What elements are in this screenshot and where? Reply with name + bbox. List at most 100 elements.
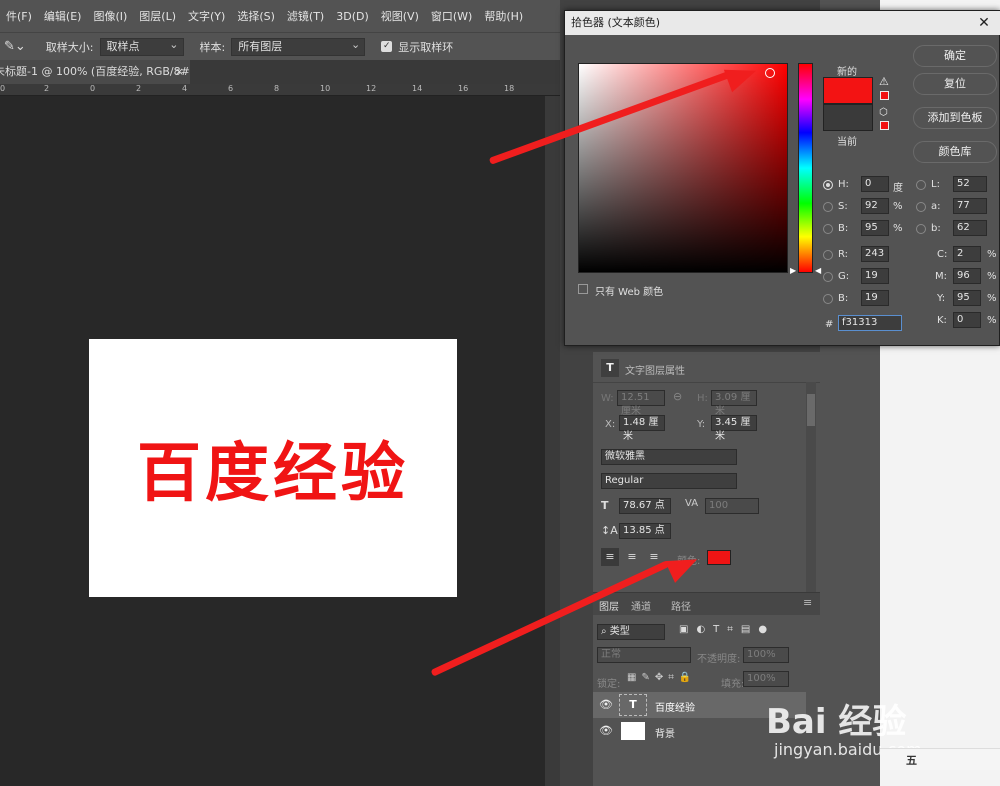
menu-select[interactable]: 选择(S) (231, 8, 281, 24)
hue-handle-right[interactable]: ◀ (815, 266, 821, 275)
b-field[interactable]: 95 (861, 220, 889, 236)
font-style-select[interactable]: Regular (601, 473, 737, 489)
radio-lab-b[interactable] (916, 224, 926, 234)
c-unit: % (987, 249, 997, 260)
menu-filter[interactable]: 滤镜(T) (281, 8, 330, 24)
tab-layers[interactable]: 图层 (599, 598, 619, 613)
lab-b-field[interactable]: 62 (953, 220, 987, 236)
font-size-icon: T (601, 499, 609, 512)
radio-r[interactable] (823, 250, 833, 260)
eye-icon[interactable]: 👁 (599, 724, 613, 737)
text-color-swatch[interactable] (707, 550, 731, 565)
menu-edit[interactable]: 编辑(E) (38, 8, 88, 24)
k-unit: % (987, 315, 997, 326)
menu-type[interactable]: 文字(Y) (182, 8, 231, 24)
radio-l[interactable] (916, 180, 926, 190)
background-layer-thumb (621, 722, 645, 740)
width-field[interactable]: 12.51 厘米 (617, 390, 665, 417)
blue-field[interactable]: 19 (861, 290, 889, 306)
close-icon[interactable]: ✕ (969, 11, 999, 35)
current-color-swatch[interactable] (823, 104, 873, 131)
tracking-icon: VA (685, 498, 699, 509)
r-field[interactable]: 243 (861, 246, 889, 262)
ok-button[interactable]: 确定 (913, 45, 997, 67)
tab-channels[interactable]: 通道 (631, 598, 651, 613)
radio-s[interactable] (823, 202, 833, 212)
properties-scrollbar[interactable] (806, 382, 816, 592)
y-label: Y: (697, 419, 706, 430)
color-libraries-button[interactable]: 颜色库 (913, 141, 997, 163)
blend-mode-select[interactable]: 正常 (597, 647, 691, 663)
menu-file[interactable]: 件(F) (0, 8, 38, 24)
hex-label: # (825, 319, 834, 330)
lock-label: 锁定: (597, 679, 621, 690)
web-cube-icon[interactable]: ⬡ (879, 107, 888, 118)
gamut-swatch[interactable] (880, 91, 889, 100)
leading-field[interactable]: 13.85 点 (619, 523, 671, 539)
lock-icons[interactable]: ▦✎✥⌗🔒 (627, 672, 696, 683)
height-field[interactable]: 3.09 厘米 (711, 390, 757, 417)
menu-help[interactable]: 帮助(H) (478, 8, 529, 24)
filter-icons[interactable]: ▣◐T⌗▤● (679, 624, 775, 635)
new-color-swatch (823, 77, 873, 104)
sample-size-select[interactable]: 取样点 (99, 37, 184, 56)
opacity-field[interactable]: 100% (743, 647, 789, 663)
font-family-select[interactable]: 微软雅黑 (601, 449, 737, 465)
l-field[interactable]: 52 (953, 176, 987, 192)
hue-slider[interactable] (798, 63, 813, 273)
menu-view[interactable]: 视图(V) (375, 8, 425, 24)
font-size-field[interactable]: 78.67 点 (619, 498, 671, 514)
ruler-tick: 18 (504, 84, 515, 93)
reset-button[interactable]: 复位 (913, 73, 997, 95)
radio-g[interactable] (823, 272, 833, 282)
eyedropper-icon[interactable]: ✎⌄ (4, 39, 26, 54)
align-center-icon[interactable]: ≡ (623, 548, 641, 566)
panel-menu-icon[interactable]: ≡ (803, 596, 812, 609)
ruler-tick: 16 (458, 84, 469, 93)
ruler-tick: 4 (182, 84, 188, 93)
add-to-swatches-button[interactable]: 添加到色板 (913, 107, 997, 129)
g-label: G: (838, 271, 850, 282)
color-cursor[interactable] (765, 68, 775, 78)
menu-image[interactable]: 图像(I) (87, 8, 133, 24)
link-icon[interactable]: ⊖ (673, 390, 682, 403)
y-field[interactable]: 3.45 厘米 (711, 415, 757, 442)
g-field[interactable]: 19 (861, 268, 889, 284)
tracking-field[interactable]: 100 (705, 498, 759, 514)
sample-select[interactable]: 所有图层 (231, 37, 366, 56)
menu-layer[interactable]: 图层(L) (133, 8, 182, 24)
m-label: M: (935, 271, 947, 282)
b-unit: % (893, 223, 903, 234)
hue-handle-left[interactable]: ▶ (790, 266, 796, 275)
warning-icon[interactable]: ⚠ (879, 75, 889, 88)
m-field[interactable]: 96 (953, 268, 981, 284)
s-field[interactable]: 92 (861, 198, 889, 214)
menu-window[interactable]: 窗口(W) (425, 8, 478, 24)
show-ring-checkbox[interactable]: ✓ (381, 41, 393, 52)
ime-indicator[interactable]: 五 (906, 752, 917, 768)
menu-3d[interactable]: 3D(D) (330, 10, 375, 23)
document-tab[interactable]: 未标题-1 @ 100% (百度经验, RGB/8#) * × (0, 60, 190, 84)
eye-icon[interactable]: 👁 (599, 698, 613, 711)
radio-blue[interactable] (823, 294, 833, 304)
hex-field[interactable]: f31313 (838, 315, 902, 331)
radio-h[interactable] (823, 180, 833, 190)
align-left-icon[interactable]: ≡ (601, 548, 619, 566)
c-field[interactable]: 2 (953, 246, 981, 262)
a-field[interactable]: 77 (953, 198, 987, 214)
y-field-cmyk[interactable]: 95 (953, 290, 981, 306)
k-field[interactable]: 0 (953, 312, 981, 328)
web-only-checkbox[interactable] (578, 284, 588, 294)
web-swatch[interactable] (880, 121, 889, 130)
radio-a[interactable] (916, 202, 926, 212)
text-layer-thumb: T (619, 694, 647, 716)
document-canvas[interactable]: 百度经验 (89, 339, 457, 597)
radio-b[interactable] (823, 224, 833, 234)
filter-kind-select[interactable]: ⌕ 类型 (597, 624, 665, 640)
tab-paths[interactable]: 路径 (671, 598, 691, 613)
canvas-scrollbar[interactable] (545, 96, 560, 786)
close-tab-icon[interactable]: × (175, 60, 184, 84)
h-field[interactable]: 0 (861, 176, 889, 192)
x-field[interactable]: 1.48 厘米 (619, 415, 665, 442)
options-bar: ✎⌄ 取样大小: 取样点 样本: 所有图层 ✓ 显示取样环 (0, 32, 560, 60)
